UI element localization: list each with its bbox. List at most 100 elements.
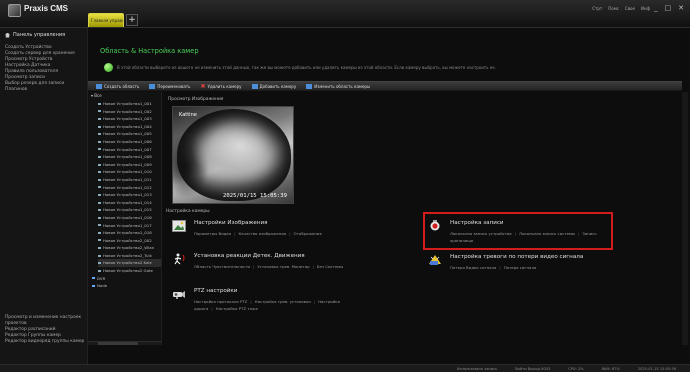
tree-item[interactable]: Новое Устройство1_009 — [98, 161, 161, 169]
tree-item[interactable]: Новое Устройство1_003 — [98, 115, 161, 123]
delete-camera-label: Удалить камеру — [207, 83, 242, 89]
recording-highlight-box — [423, 212, 613, 250]
scrollbar-thumb[interactable] — [98, 342, 138, 345]
tree-horizontal-scrollbar[interactable] — [88, 341, 162, 345]
sidebar-item-video-group-editor[interactable]: Редактор видеоряд группы камер — [5, 339, 87, 345]
link-alarm-monitor[interactable]: Установка трев. Монитор — [257, 264, 309, 269]
tree-item[interactable]: Новое Устройство2_002 — [98, 237, 161, 245]
camera-tree: ▾ Все Новое Устройство1_001 Новое Устрой… — [88, 92, 162, 345]
tree-item[interactable]: Новое Устройство1_016 — [98, 214, 161, 222]
change-area-label: Изменить область камеры — [314, 83, 371, 89]
tree-item[interactable]: Новое Устройство2_Tuik — [98, 252, 161, 260]
tree-item[interactable]: Новое Устройство1_006 — [98, 138, 161, 146]
image-settings-title[interactable]: Настройки Изображения — [194, 220, 268, 226]
tree-item[interactable]: Новое Устройство1_005 — [98, 130, 161, 138]
tree-node-dvr[interactable]: DVR — [92, 275, 161, 283]
link-video-params[interactable]: Параметры Видео — [194, 231, 231, 236]
camera-icon — [98, 193, 101, 196]
motion-detection-title[interactable]: Установка реакции Детек. Движения — [194, 253, 305, 259]
tree-item-label: Node — [97, 283, 108, 289]
rename-button[interactable]: Переименовать — [149, 83, 190, 89]
link-ptz-other[interactable]: Настройка PTZ тоже — [216, 306, 258, 311]
tree-item-label: Новое Устройство1_001 — [103, 101, 152, 106]
tree-item-selected[interactable]: Новое Устройство2 Kole — [98, 259, 161, 268]
tree-item[interactable]: Новое Устройство1_017 — [98, 222, 161, 230]
tree-item[interactable]: Новое Устройство1_011 — [98, 176, 161, 184]
status-io: Войти Выход 0003 — [515, 366, 551, 371]
camera-icon — [98, 163, 101, 166]
add-camera-button[interactable]: Добавить камеру — [251, 83, 296, 89]
ptz-camera-icon — [173, 291, 185, 299]
tree-node-node[interactable]: Node — [92, 282, 161, 290]
menu-item-start[interactable]: Стрт — [592, 6, 602, 11]
app-logo-icon — [8, 4, 21, 17]
link-sensitivity-area[interactable]: Область Чувствительности — [194, 264, 250, 269]
tree-item[interactable]: Новое Устройство1_001 — [98, 100, 161, 108]
camera-icon — [98, 247, 101, 250]
fisheye-frame — [177, 109, 291, 201]
link-signal-loss[interactable]: Потеря сигнала — [504, 265, 537, 270]
ptz-settings-title[interactable]: PTZ настройки — [194, 288, 237, 294]
tree-item[interactable]: Новое Устройство2_Wlan — [98, 244, 161, 252]
preview-camera-name: Kattine — [179, 112, 197, 118]
tree-item[interactable]: Новое Устройство1_014 — [98, 199, 161, 207]
add-camera-icon — [251, 83, 258, 89]
tree-item[interactable]: Новое Устройство1_008 — [98, 153, 161, 161]
separator: | — [312, 264, 314, 269]
add-tab-button[interactable]: + — [126, 14, 138, 26]
tree-item-label: Новое Устройство1_018 — [103, 230, 152, 236]
tree-item[interactable]: Новое Устройство1_007 — [98, 146, 161, 154]
image-settings-group: Настройки Изображения Параметры Видео | Ка… — [172, 220, 412, 244]
change-area-icon — [306, 83, 313, 89]
menu-item-info[interactable]: Инф — [641, 6, 650, 11]
tree-item[interactable]: Новое Устройство2 Gate — [98, 267, 161, 275]
link-ptz-protocol[interactable]: Настройка протокола PTZ — [194, 299, 247, 304]
title-bar: Praxis CMS Главная управл. + Стрт Помс С… — [0, 0, 690, 28]
tree-item[interactable]: Новое Устройство1_015 — [98, 206, 161, 214]
sidebar-item-plugins[interactable]: Плагинов — [5, 87, 85, 93]
change-area-button[interactable]: Изменить область камеры — [306, 83, 371, 89]
camera-preview[interactable]: Kattine 2025/01/15 15:05:39 — [172, 106, 294, 204]
video-loss-alarm-links: Потеря Видео сигнала | Потеря сигнала — [450, 264, 670, 271]
link-video-signal-loss[interactable]: Потеря Видео сигнала — [450, 265, 496, 270]
tree-item-label: Новое Устройство1_005 — [103, 131, 152, 137]
minimize-button[interactable]: _ — [654, 4, 658, 12]
camera-icon — [98, 171, 101, 174]
link-display[interactable]: Отображение — [294, 231, 322, 236]
create-area-button[interactable]: Создать область — [96, 83, 139, 89]
menu-item-own[interactable]: Свое — [625, 6, 635, 11]
node-icon — [92, 285, 95, 288]
status-cpu: CPU: 2% — [568, 366, 584, 371]
page-title: Область & Настройка камер — [100, 47, 199, 55]
window-controls: _ □ ✕ — [654, 4, 684, 12]
close-button[interactable]: ✕ — [678, 4, 684, 12]
info-text: В этой области выберите из вашего не изм… — [117, 65, 496, 70]
menu-item-help[interactable]: Помс — [608, 6, 619, 11]
camera-icon — [98, 125, 101, 128]
main-vertical-scrollbar[interactable] — [682, 92, 688, 345]
tree-item[interactable]: Новое Устройство1_018 — [98, 229, 161, 237]
link-no-system[interactable]: Без Системы — [317, 264, 343, 269]
tree-item[interactable]: Новое Устройство1_012 — [98, 184, 161, 192]
camera-icon — [98, 216, 101, 219]
rename-icon — [149, 83, 156, 89]
tree-item[interactable]: Новое Устройство1_002 — [98, 108, 161, 116]
tree-item[interactable]: Новое Устройство1_004 — [98, 123, 161, 131]
video-loss-alarm-icon — [429, 255, 441, 265]
delete-camera-button[interactable]: ✖ Удалить камеру — [200, 83, 242, 89]
link-image-quality[interactable]: Качество изображения — [239, 231, 287, 236]
link-alarm-setup[interactable]: Настройка трев. установки — [255, 299, 311, 304]
tree-item-label: Новое Устройство1_013 — [103, 192, 152, 198]
camera-icon — [98, 201, 101, 204]
camera-icon — [98, 155, 101, 158]
motion-detection-group: Установка реакции Детек. Движения Област… — [172, 253, 412, 283]
tree-item[interactable]: Новое Устройство1_010 — [98, 168, 161, 176]
tree-root[interactable]: ▾ Все — [88, 92, 161, 99]
maximize-button[interactable]: □ — [665, 4, 672, 12]
tree-item[interactable]: Новое Устройство1_013 — [98, 191, 161, 199]
camera-icon — [98, 262, 101, 265]
video-loss-alarm-title[interactable]: Настройка тревоги по потери видео сигнал… — [450, 254, 583, 260]
sidebar-item-project-settings[interactable]: Просмотр и изменение настроек проектов — [5, 315, 87, 327]
sidebar-header[interactable]: Панель управления — [5, 32, 65, 38]
tab-main-control[interactable]: Главная управл. — [88, 13, 124, 27]
